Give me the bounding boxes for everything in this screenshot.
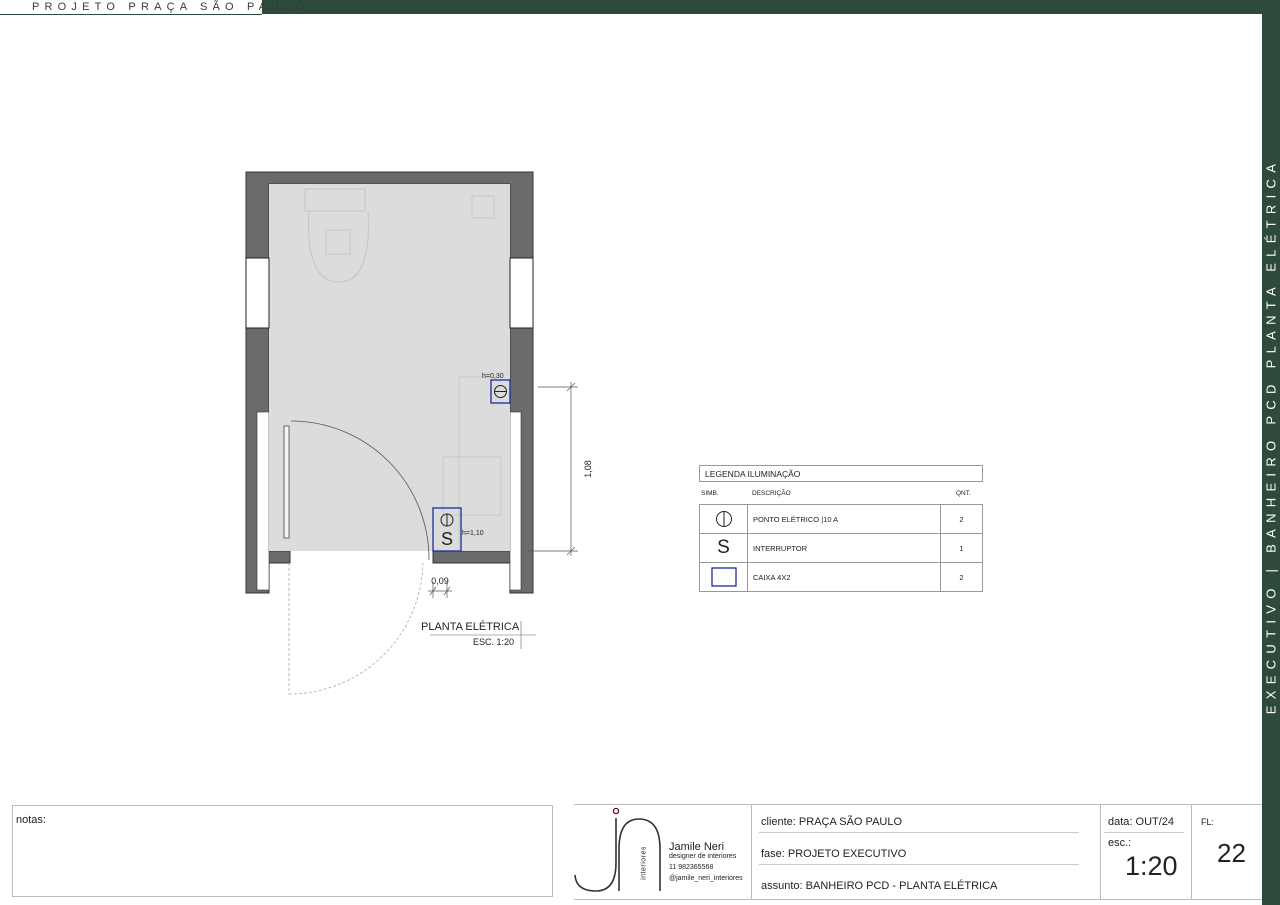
sheet-number: 22 [1217,838,1246,868]
date-field: data: OUT/24 [1108,816,1175,828]
designer-name: Jamile Neri [669,841,725,853]
legend-table: LEGENDA ILUMINAÇÃO SIMB. DESCRIÇÃO QNT. … [699,465,983,592]
legend-description: INTERRUPTOR [753,544,808,553]
plan-title: PLANTA ELÉTRICA [421,621,520,633]
dimension-horizontal-label: 0,09 [431,576,449,586]
sidebar-vertical-title: EXECUTIVO | BANHEIRO PCD PLANTA ELÉTRICA [1263,157,1279,715]
outlet-symbol-icon [700,505,748,533]
legend-row: PONTO ELÉTRICO |10 A 2 [700,505,982,534]
legend-quantity: 1 [940,534,982,562]
door-leaf [283,425,290,539]
floor-plan-drawing: h=0,30 S h=1,10 1,08 0,09 [245,171,593,695]
designer-instagram: @jamile_neri_interiores [669,875,743,882]
legend-title: LEGENDA ILUMINAÇÃO [699,465,983,482]
legend-quantity: 2 [940,563,982,591]
legend-header-description: DESCRIÇÃO [752,490,791,497]
title-block: interiores Jamile Neri designer de inter… [574,804,1262,900]
floor-area [269,184,510,551]
switch-symbol-icon: S [700,534,748,562]
titleblock-divider [751,805,752,899]
dimension-vertical-label: 1,08 [583,460,593,478]
switch-height-label: h=1,10 [462,530,484,537]
legend-quantity: 2 [940,505,982,533]
titleblock-divider [1191,805,1192,899]
switch-symbol-glyph: S [717,537,730,558]
plan-scale: ESC. 1:20 [473,637,515,647]
designer-role: designer de interiores [669,853,737,860]
titleblock-divider [1100,805,1101,899]
box-4x2-icon [700,563,748,591]
client-field: cliente: PRAÇA SÃO PAULO [761,816,903,828]
designer-phone: 11 982365568 [669,864,714,871]
switch-symbol: S [441,529,453,549]
outlet-height-label: h=0,30 [482,373,504,380]
legend-description: CAIXA 4X2 [753,573,791,582]
phase-field: fase: PROJETO EXECUTIVO [761,848,907,860]
subject-field: assunto: BANHEIRO PCD - PLANTA ELÉTRICA [761,880,998,892]
legend-row: CAIXA 4X2 2 [700,563,982,592]
designer-logo [574,807,661,892]
wall-recess-left [256,411,270,591]
legend-rows: PONTO ELÉTRICO |10 A 2 S INTERRUPTOR 1 C… [699,504,983,592]
legend-header-symbol: SIMB. [701,490,719,497]
door-swing-outside [288,562,424,695]
legend-description: PONTO ELÉTRICO |10 A [753,515,839,524]
dimension-vertical [528,382,578,556]
window-right [509,257,534,329]
notes-label: notas: [16,814,46,826]
window-left [245,257,270,329]
wall-recess-right [509,411,522,591]
scale-label: esc.: [1108,837,1132,849]
legend-header: SIMB. DESCRIÇÃO QNT. [699,482,983,504]
sheet-label: FL: [1201,817,1215,827]
scale-value: 1:20 [1125,851,1178,881]
logo-wordmark: interiores [640,846,648,880]
legend-header-quantity: QNT. [956,490,971,497]
legend-row: S INTERRUPTOR 1 [700,534,982,563]
notes-box: notas: [12,805,553,897]
